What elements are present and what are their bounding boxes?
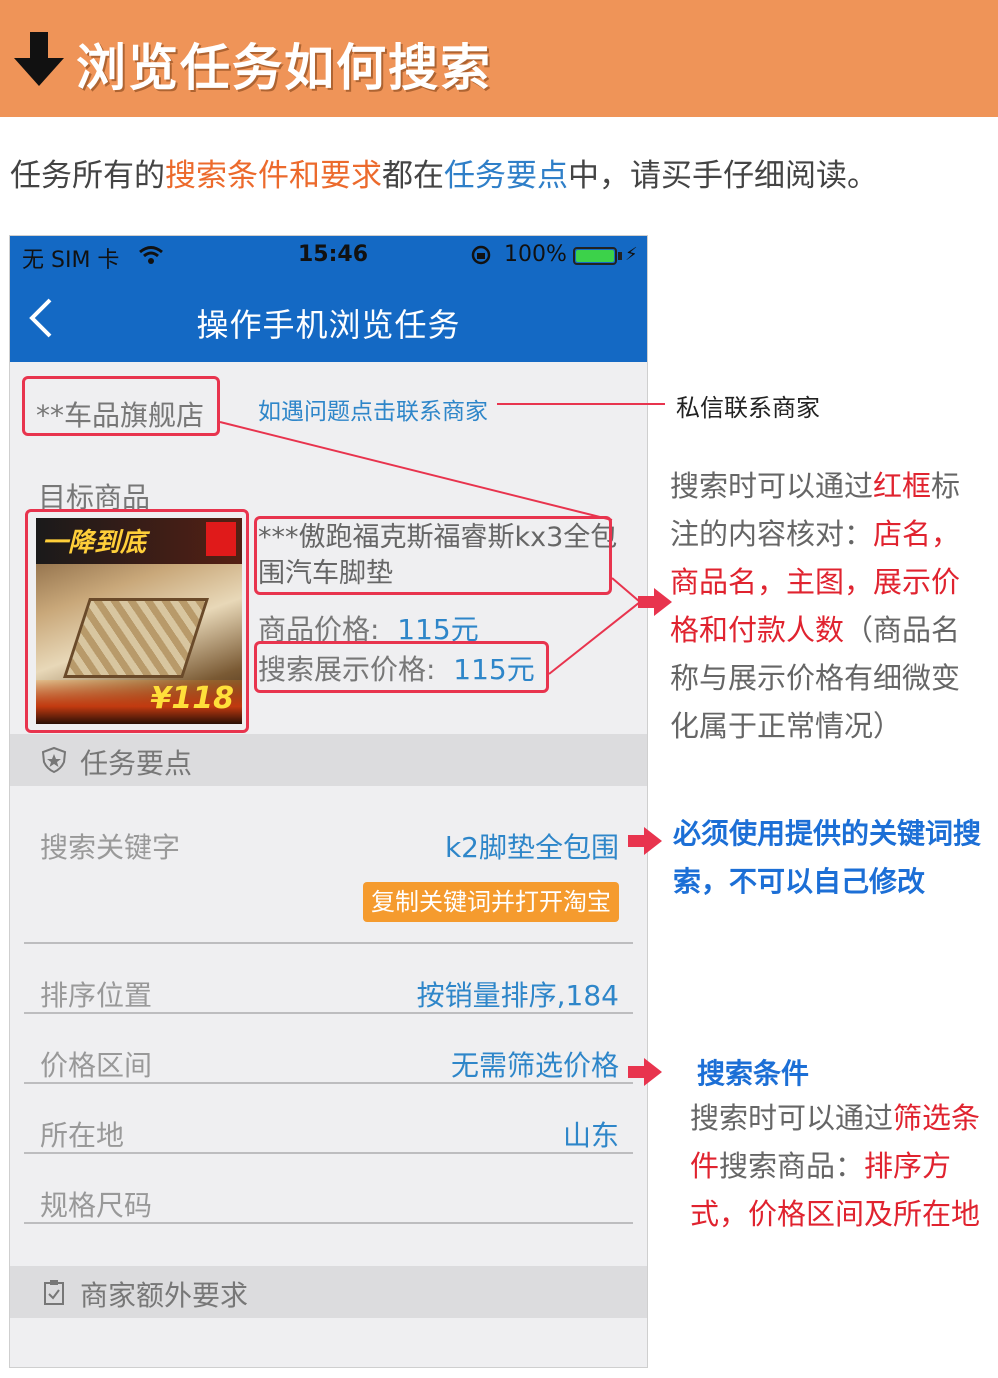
intro-part: 都在 (382, 158, 444, 194)
price-range-label: 价格区间 (40, 1049, 153, 1082)
battery-tip (618, 252, 622, 260)
note-verify-line: 称与展示价格有细微变 (670, 661, 961, 695)
note-red-text: 筛选条 (893, 1101, 981, 1135)
page-title: 浏览任务如何搜索 (76, 39, 492, 97)
note-verify-line: 搜索时可以通过红框标 (670, 462, 960, 510)
intro-text: 任务所有的搜索条件和要求都在任务要点中，请买手仔细阅读。 (10, 150, 878, 195)
clock: 15:46 (298, 242, 369, 267)
note-red-text: 店名， (873, 517, 961, 551)
note-keyword-line: 索，不可以自己修改 (673, 865, 926, 898)
extra-requirements-label: 商家额外要求 (80, 1279, 249, 1312)
intro-highlight-conditions: 搜索条件和要求 (165, 158, 382, 194)
note-contact-merchant: 私信联系商家 (676, 394, 820, 422)
clipboard-icon (44, 1280, 64, 1305)
keyword-value: k2脚垫全包围 (444, 831, 619, 864)
note-text: 标 (931, 469, 961, 503)
nav-title: 操作手机浏览任务 (196, 306, 461, 344)
charging-icon: ⚡ (625, 244, 638, 265)
nav-bar: 操作手机浏览任务 (10, 276, 647, 362)
note-red-text: 格和付款人数 (670, 613, 845, 647)
note-text: （商品名 (844, 613, 961, 647)
note-text: 搜索时可以通过 (670, 469, 874, 503)
task-points-header: 任务要点 (10, 734, 647, 786)
note-red-text: 红框 (873, 469, 932, 503)
shield-star-icon (41, 746, 67, 774)
note-keyword-line: 必须使用提供的关键词搜 (673, 817, 982, 850)
intro-part: 中，请买手仔细阅读。 (568, 158, 878, 194)
keyword-label: 搜索关键字 (40, 831, 181, 864)
spec-label: 规格尺码 (40, 1189, 153, 1222)
note-verify-line: 注的内容核对：店名， (670, 510, 960, 558)
note-filter-title: 搜索条件 (697, 1057, 810, 1090)
intro-part: 任务所有的 (10, 158, 165, 194)
divider (24, 1082, 633, 1084)
note-text: 注的内容核对： (670, 517, 874, 551)
battery-icon (573, 247, 617, 265)
divider (24, 1152, 633, 1154)
status-bar: 无 SIM 卡 15:46 100% ⚡ (10, 236, 647, 276)
note-text: 搜索商品： (719, 1149, 865, 1183)
highlight-search-price (254, 641, 549, 693)
note-filter: 搜索时可以通过筛选条 件搜索商品：排序方 式，价格区间及所在地 (690, 1094, 980, 1238)
note-verify: 搜索时可以通过红框标 注的内容核对：店名， 商品名，主图，展示价 格和付款人数（… (670, 462, 960, 750)
contact-merchant-link[interactable]: 如遇问题点击联系商家 (258, 392, 488, 426)
highlight-shop-name (22, 376, 220, 436)
header-banner: 浏览任务如何搜索 (0, 0, 998, 117)
note-verify-line: 商品名，主图，展示价 (670, 565, 961, 599)
wifi-icon (139, 246, 163, 264)
note-red-text: 件 (690, 1149, 720, 1183)
price-range-value: 无需筛选价格 (450, 1049, 619, 1082)
down-arrow-icon (14, 32, 64, 86)
carrier-label: 无 SIM 卡 (22, 248, 120, 273)
note-filter-line: 搜索时可以通过筛选条 (690, 1094, 980, 1142)
extra-requirements-header: 商家额外要求 (10, 1266, 647, 1318)
sort-label: 排序位置 (40, 979, 153, 1012)
battery-percent: 100% (504, 242, 567, 267)
divider (24, 942, 633, 944)
location-label: 所在地 (40, 1119, 125, 1152)
note-filter-line: 式，价格区间及所在地 (690, 1197, 981, 1231)
note-red-text: 排序方 (864, 1149, 952, 1183)
location-value: 山东 (562, 1119, 619, 1152)
task-points-label: 任务要点 (80, 747, 193, 780)
note-keyword: 必须使用提供的关键词搜 索，不可以自己修改 (673, 810, 981, 906)
note-verify-line: 格和付款人数（商品名 (670, 606, 960, 654)
intro-highlight-points: 任务要点 (444, 158, 568, 194)
note-verify-line: 化属于正常情况） (670, 709, 903, 743)
divider (24, 1012, 633, 1014)
note-filter-line: 件搜索商品：排序方 (690, 1142, 980, 1190)
sort-value: 按销量排序,184 (416, 979, 619, 1012)
note-text: 搜索时可以通过 (690, 1101, 894, 1135)
copy-keyword-button[interactable]: 复制关键词并打开淘宝 (363, 882, 619, 922)
rotation-lock-icon (471, 245, 491, 265)
divider (24, 1222, 633, 1224)
highlight-main-image (25, 509, 249, 733)
highlight-product-title (254, 516, 612, 595)
